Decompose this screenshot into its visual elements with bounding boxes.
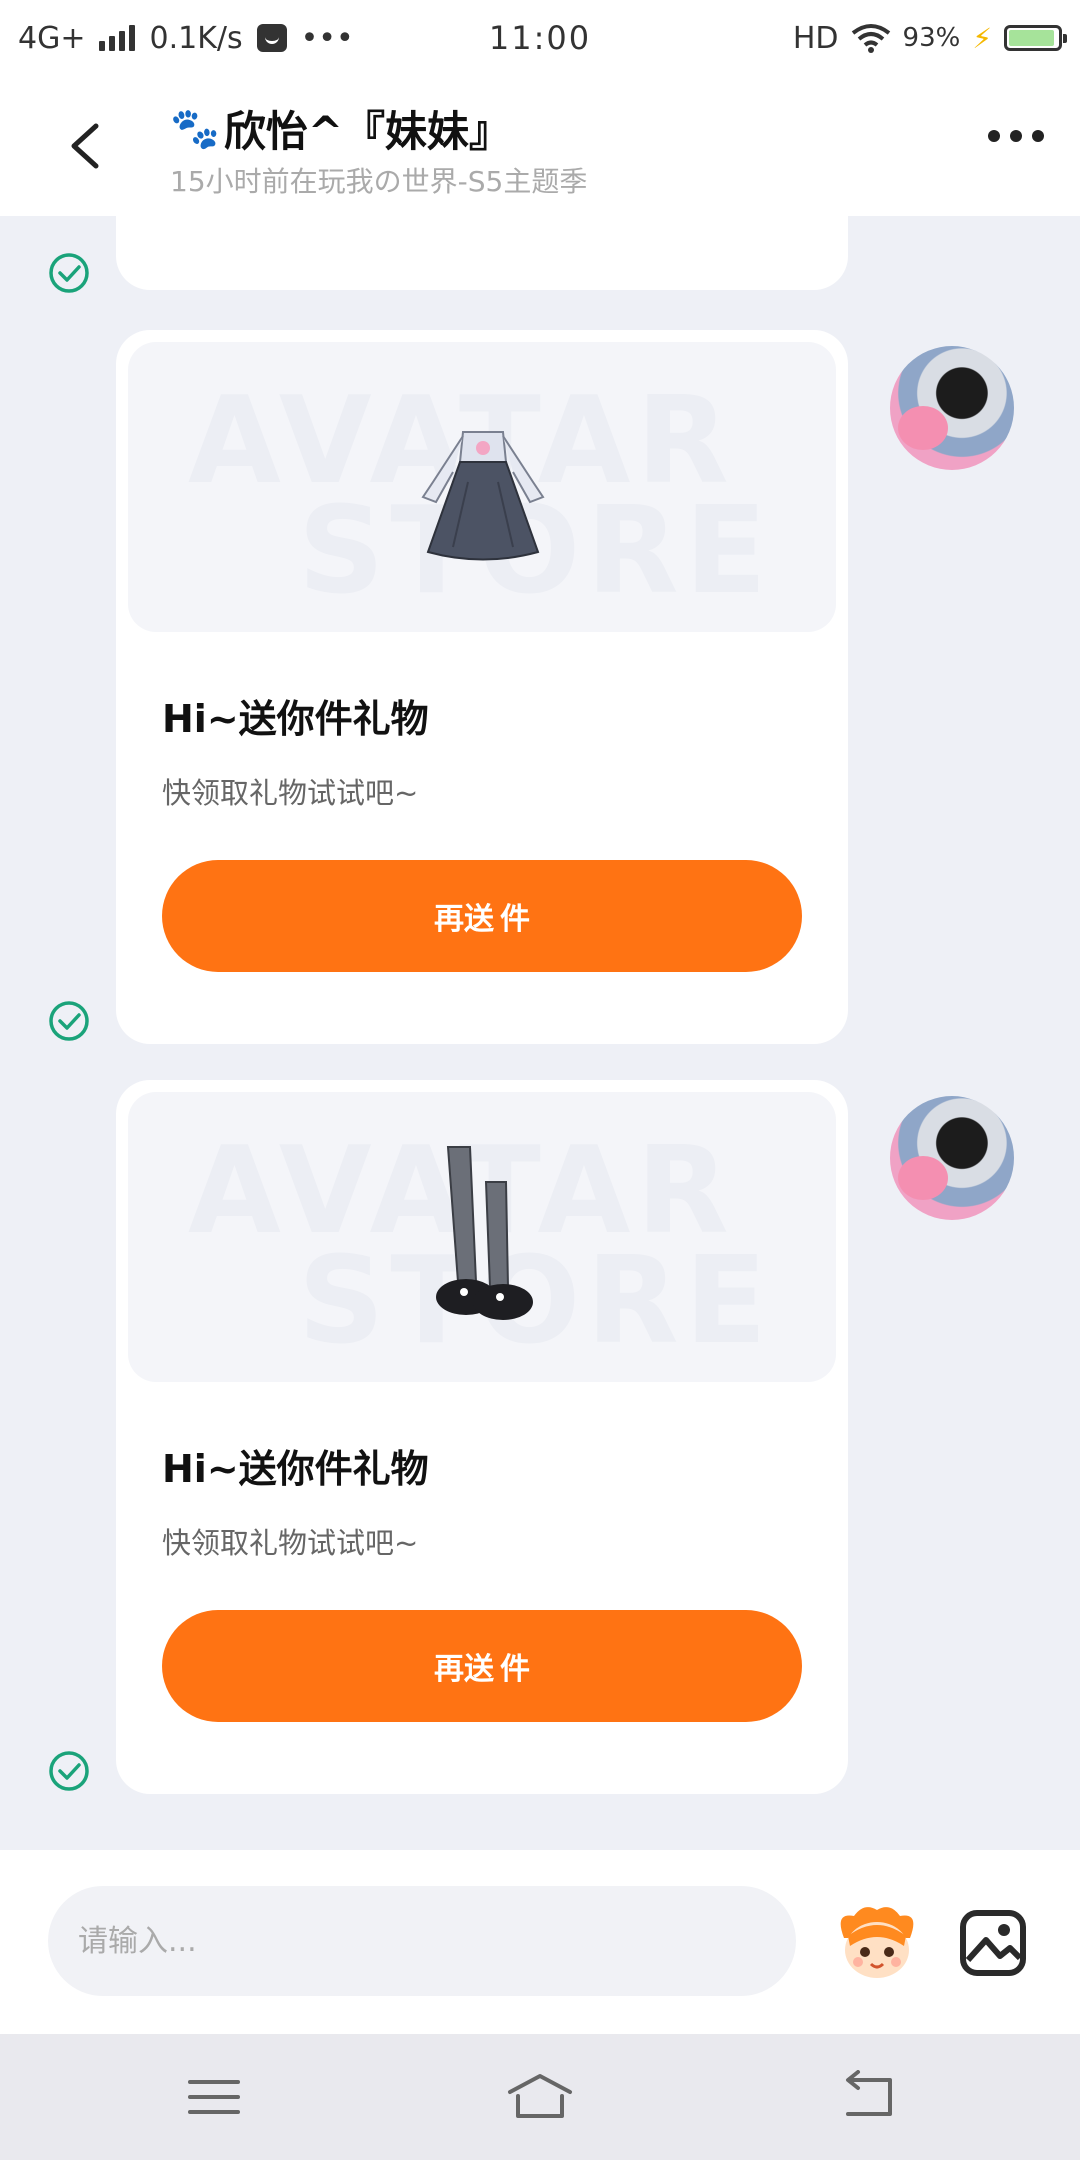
contact-name: 🐾 欣怡^『妹妹』 bbox=[170, 98, 511, 159]
paw-icon: 🐾 bbox=[170, 106, 220, 152]
back-arrow-icon[interactable] bbox=[58, 116, 118, 176]
gift-message-card: AVATAR STORE Hi~送你件礼物 快领取礼物试试吧~ 再送 件 bbox=[116, 330, 848, 1044]
network-speed: 0.1K/s bbox=[149, 20, 243, 56]
more-notifications: ••• bbox=[300, 20, 354, 56]
input-bar bbox=[0, 1850, 1080, 2034]
hd-indicator: HD bbox=[792, 20, 839, 56]
battery-percent: 93% bbox=[902, 23, 961, 53]
message-card-previous bbox=[116, 216, 848, 290]
send-another-label: 再送 件 bbox=[433, 903, 530, 936]
clock: 11:00 bbox=[488, 19, 592, 57]
send-another-label: 再送 件 bbox=[433, 1653, 530, 1686]
send-another-button[interactable]: 再送 件 bbox=[162, 1610, 802, 1722]
stockings-shoes-icon bbox=[436, 1146, 533, 1320]
back-nav-icon[interactable] bbox=[838, 2070, 898, 2124]
dress-icon bbox=[421, 431, 545, 561]
wifi-icon bbox=[851, 24, 890, 53]
read-check-icon bbox=[49, 253, 89, 293]
emoji-mascot-icon[interactable] bbox=[834, 1902, 920, 1982]
charging-icon: ⚡ bbox=[972, 21, 992, 55]
gift-image[interactable]: AVATAR STORE bbox=[128, 1092, 836, 1382]
gift-message-card: AVATAR STORE Hi~送你件礼物 快领取礼物试试吧~ 再送 件 bbox=[116, 1080, 848, 1794]
menu-icon[interactable] bbox=[184, 2070, 244, 2124]
read-check-icon bbox=[49, 1751, 89, 1791]
battery-icon bbox=[1004, 25, 1067, 51]
chat-header: 🐾 欣怡^『妹妹』 15小时前在玩我の世界-S5主题季 bbox=[0, 76, 1080, 216]
gift-description: 快领取礼物试试吧~ bbox=[162, 776, 419, 810]
contact-name-text: 欣怡^『妹妹』 bbox=[223, 107, 512, 156]
send-another-button[interactable]: 再送 件 bbox=[162, 860, 802, 972]
status-bar: 4G+ 0.1K/s ••• 11:00 HD 93% ⚡ bbox=[0, 0, 1080, 76]
gift-image[interactable]: AVATAR STORE bbox=[128, 342, 836, 632]
user-avatar[interactable] bbox=[890, 346, 1014, 470]
message-input[interactable] bbox=[48, 1886, 796, 1996]
gift-description: 快领取礼物试试吧~ bbox=[162, 1526, 419, 1560]
chat-area[interactable]: AVATAR STORE Hi~送你件礼物 快领取礼物试试吧~ 再送 件 AVA… bbox=[0, 216, 1080, 1850]
gift-title: Hi~送你件礼物 bbox=[162, 697, 429, 741]
system-nav-bar bbox=[0, 2034, 1080, 2160]
notification-icon bbox=[256, 24, 287, 52]
user-avatar[interactable] bbox=[890, 1096, 1014, 1220]
home-icon[interactable] bbox=[504, 2070, 576, 2124]
gift-title: Hi~送你件礼物 bbox=[162, 1447, 429, 1491]
network-type: 4G+ bbox=[18, 20, 86, 56]
more-options-icon[interactable] bbox=[988, 130, 1044, 142]
read-check-icon bbox=[49, 1001, 89, 1041]
signal-icon bbox=[99, 25, 136, 51]
contact-status: 15小时前在玩我の世界-S5主题季 bbox=[170, 165, 588, 198]
image-picker-icon[interactable] bbox=[958, 1908, 1028, 1978]
